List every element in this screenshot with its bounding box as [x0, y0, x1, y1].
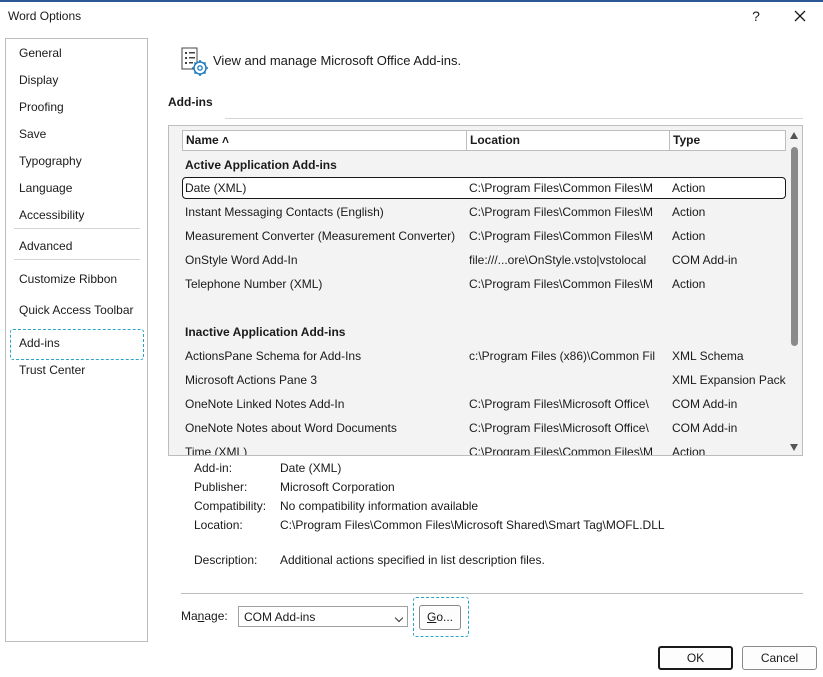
sidebar-item-trust-center[interactable]: Trust Center [19, 363, 85, 377]
go-accesskey: G [426, 610, 437, 624]
row-name: OneNote Linked Notes Add-In [185, 397, 345, 411]
sidebar-item-advanced[interactable]: Advanced [19, 239, 72, 253]
sidebar-item-language[interactable]: Language [19, 181, 72, 195]
group-inactive: Inactive Application Add-ins [185, 325, 346, 339]
sidebar-item-add-ins[interactable]: Add-ins [19, 336, 60, 350]
detail-description-value: Additional actions specified in list des… [280, 553, 545, 567]
chevron-down-icon [394, 613, 404, 623]
help-button[interactable]: ? [746, 6, 766, 26]
options-sidebar: General Display Proofing Save Typography… [5, 38, 148, 642]
row-type: COM Add-in [672, 421, 738, 435]
window-title: Word Options [8, 9, 82, 23]
manage-dropdown-value: COM Add-ins [244, 610, 316, 624]
row-name: OnStyle Word Add-In [185, 253, 298, 267]
row-location: C:\Program Files\Common Files\M [469, 445, 654, 456]
close-icon [794, 10, 806, 22]
row-type: Action [672, 277, 706, 291]
sidebar-item-accessibility[interactable]: Accessibility [19, 208, 84, 222]
row-type: Action [672, 205, 706, 219]
row-type: Action [672, 229, 706, 243]
column-type[interactable]: Type [670, 131, 786, 150]
row-type: Action [672, 181, 706, 195]
sidebar-item-general[interactable]: General [19, 46, 62, 60]
row-location: C:\Program Files\Common Files\M [469, 205, 654, 219]
scroll-down-icon[interactable] [790, 444, 798, 451]
detail-addin-value: Date (XML) [280, 461, 342, 475]
sidebar-item-typography[interactable]: Typography [19, 154, 82, 168]
row-name: Microsoft Actions Pane 3 [185, 373, 318, 387]
detail-addin-label: Add-in: [194, 461, 233, 475]
row-type: COM Add-in [672, 397, 738, 411]
row-name: Measurement Converter (Measurement Conve… [185, 229, 456, 243]
close-button[interactable] [789, 5, 811, 27]
row-name: OneNote Notes about Word Documents [185, 421, 397, 435]
row-name: Telephone Number (XML) [185, 277, 323, 291]
manage-divider [181, 593, 803, 594]
group-active: Active Application Add-ins [185, 158, 337, 172]
column-name[interactable]: Name ˄ [183, 131, 467, 150]
row-location: C:\Program Files\Common Files\M [469, 277, 654, 291]
sidebar-item-save[interactable]: Save [19, 127, 46, 141]
go-button[interactable]: Go... [419, 605, 461, 630]
section-title: Add-ins [168, 95, 213, 109]
row-location: C:\Program Files\Microsoft Office\ [469, 397, 649, 411]
manage-dropdown[interactable]: COM Add-ins [238, 606, 408, 627]
manage-label: Manage: [181, 609, 228, 623]
column-location[interactable]: Location [467, 131, 670, 150]
detail-publisher-value: Microsoft Corporation [280, 480, 395, 494]
row-location: C:\Program Files\Microsoft Office\ [469, 421, 649, 435]
ok-button[interactable]: OK [658, 646, 733, 670]
row-name: Instant Messaging Contacts (English) [185, 205, 384, 219]
detail-publisher-label: Publisher: [194, 480, 248, 494]
sidebar-divider [14, 228, 140, 229]
detail-location-value: C:\Program Files\Common Files\Microsoft … [280, 518, 665, 532]
scroll-up-icon[interactable] [790, 132, 798, 139]
detail-compatibility-value: No compatibility information available [280, 499, 479, 513]
sidebar-item-proofing[interactable]: Proofing [19, 100, 64, 114]
section-divider [225, 118, 803, 119]
addins-gear-icon [180, 45, 210, 77]
row-location: c:\Program Files (x86)\Common Fil [469, 349, 656, 363]
row-type: XML Expansion Pack [672, 373, 786, 387]
row-location: C:\Program Files\Common Files\M [469, 229, 654, 243]
manage-label-part: Ma [181, 609, 198, 623]
detail-location-label: Location: [194, 518, 243, 532]
row-type: XML Schema [672, 349, 744, 363]
scrollbar-thumb[interactable] [791, 147, 798, 346]
addins-list[interactable]: Name ˄ Location Type Active Application … [168, 125, 803, 456]
cancel-button[interactable]: Cancel [742, 646, 817, 670]
list-scrollbar[interactable] [788, 130, 801, 453]
title-bar: Word Options ? [0, 2, 823, 30]
detail-description-label: Description: [194, 553, 258, 567]
row-type: Action [672, 445, 706, 456]
row-location: file:///...ore\OnStyle.vsto|vstolocal [469, 253, 647, 267]
sidebar-item-display[interactable]: Display [19, 73, 58, 87]
row-name: Date (XML) [185, 181, 247, 195]
row-name: ActionsPane Schema for Add-Ins [185, 349, 362, 363]
detail-compatibility-label: Compatibility: [194, 499, 267, 513]
row-location: C:\Program Files\Common Files\M [469, 181, 654, 195]
sidebar-item-quick-access-toolbar[interactable]: Quick Access Toolbar [19, 303, 134, 317]
row-type: COM Add-in [672, 253, 738, 267]
row-name: Time (XML) [185, 445, 248, 456]
list-header: Name ˄ Location Type [182, 130, 786, 151]
go-label: o... [436, 610, 454, 624]
sidebar-divider [14, 259, 140, 260]
page-heading: View and manage Microsoft Office Add-ins… [213, 53, 462, 68]
sidebar-item-customize-ribbon[interactable]: Customize Ribbon [19, 272, 117, 286]
manage-label-part: age: [204, 609, 228, 623]
